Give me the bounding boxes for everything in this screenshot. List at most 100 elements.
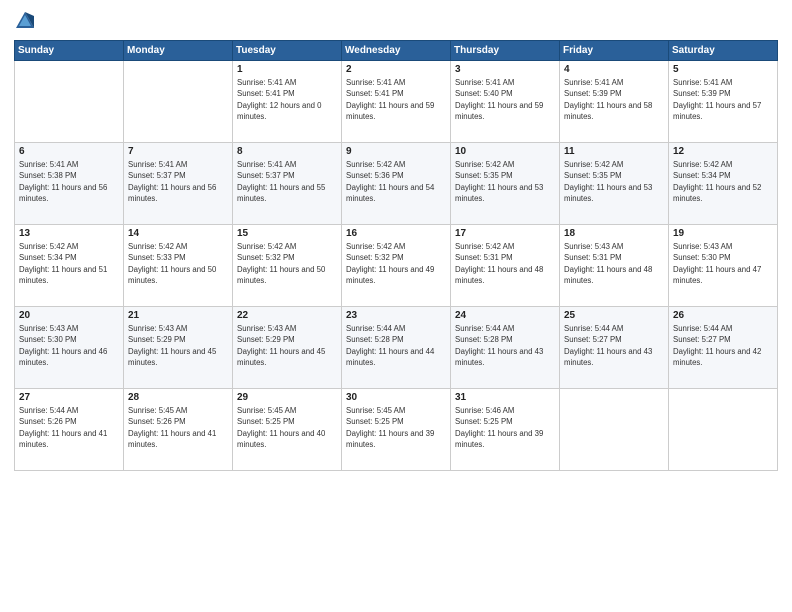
day-info: Sunrise: 5:42 AMSunset: 5:31 PMDaylight:…: [455, 242, 543, 285]
calendar-cell: 3 Sunrise: 5:41 AMSunset: 5:40 PMDayligh…: [451, 61, 560, 143]
day-number: 6: [19, 146, 119, 157]
day-number: 2: [346, 64, 446, 75]
day-number: 12: [673, 146, 773, 157]
day-info: Sunrise: 5:41 AMSunset: 5:41 PMDaylight:…: [237, 78, 322, 121]
calendar-week-1: 1 Sunrise: 5:41 AMSunset: 5:41 PMDayligh…: [15, 61, 778, 143]
calendar-week-5: 27 Sunrise: 5:44 AMSunset: 5:26 PMDaylig…: [15, 389, 778, 471]
day-number: 1: [237, 64, 337, 75]
day-info: Sunrise: 5:41 AMSunset: 5:37 PMDaylight:…: [237, 160, 325, 203]
calendar-cell: 2 Sunrise: 5:41 AMSunset: 5:41 PMDayligh…: [342, 61, 451, 143]
calendar-cell: 23 Sunrise: 5:44 AMSunset: 5:28 PMDaylig…: [342, 307, 451, 389]
day-number: 17: [455, 228, 555, 239]
day-info: Sunrise: 5:42 AMSunset: 5:33 PMDaylight:…: [128, 242, 216, 285]
day-number: 26: [673, 310, 773, 321]
calendar-cell: 4 Sunrise: 5:41 AMSunset: 5:39 PMDayligh…: [560, 61, 669, 143]
day-number: 9: [346, 146, 446, 157]
calendar-cell: [15, 61, 124, 143]
calendar-week-4: 20 Sunrise: 5:43 AMSunset: 5:30 PMDaylig…: [15, 307, 778, 389]
day-info: Sunrise: 5:45 AMSunset: 5:26 PMDaylight:…: [128, 406, 216, 449]
day-info: Sunrise: 5:44 AMSunset: 5:27 PMDaylight:…: [564, 324, 652, 367]
calendar-cell: 22 Sunrise: 5:43 AMSunset: 5:29 PMDaylig…: [233, 307, 342, 389]
calendar-cell: 15 Sunrise: 5:42 AMSunset: 5:32 PMDaylig…: [233, 225, 342, 307]
calendar-cell: 27 Sunrise: 5:44 AMSunset: 5:26 PMDaylig…: [15, 389, 124, 471]
day-info: Sunrise: 5:43 AMSunset: 5:29 PMDaylight:…: [237, 324, 325, 367]
calendar-cell: 14 Sunrise: 5:42 AMSunset: 5:33 PMDaylig…: [124, 225, 233, 307]
day-number: 22: [237, 310, 337, 321]
day-number: 25: [564, 310, 664, 321]
day-info: Sunrise: 5:45 AMSunset: 5:25 PMDaylight:…: [237, 406, 325, 449]
day-info: Sunrise: 5:43 AMSunset: 5:31 PMDaylight:…: [564, 242, 652, 285]
day-info: Sunrise: 5:44 AMSunset: 5:27 PMDaylight:…: [673, 324, 761, 367]
calendar-week-2: 6 Sunrise: 5:41 AMSunset: 5:38 PMDayligh…: [15, 143, 778, 225]
calendar-cell: 12 Sunrise: 5:42 AMSunset: 5:34 PMDaylig…: [669, 143, 778, 225]
day-number: 29: [237, 392, 337, 403]
calendar-cell: 24 Sunrise: 5:44 AMSunset: 5:28 PMDaylig…: [451, 307, 560, 389]
calendar-week-3: 13 Sunrise: 5:42 AMSunset: 5:34 PMDaylig…: [15, 225, 778, 307]
calendar-cell: [560, 389, 669, 471]
calendar-cell: 10 Sunrise: 5:42 AMSunset: 5:35 PMDaylig…: [451, 143, 560, 225]
day-info: Sunrise: 5:41 AMSunset: 5:39 PMDaylight:…: [673, 78, 761, 121]
day-number: 21: [128, 310, 228, 321]
day-info: Sunrise: 5:42 AMSunset: 5:32 PMDaylight:…: [237, 242, 325, 285]
weekday-header-sunday: Sunday: [15, 41, 124, 61]
calendar-cell: 13 Sunrise: 5:42 AMSunset: 5:34 PMDaylig…: [15, 225, 124, 307]
day-number: 8: [237, 146, 337, 157]
calendar-cell: 21 Sunrise: 5:43 AMSunset: 5:29 PMDaylig…: [124, 307, 233, 389]
day-number: 4: [564, 64, 664, 75]
day-number: 10: [455, 146, 555, 157]
day-info: Sunrise: 5:42 AMSunset: 5:34 PMDaylight:…: [673, 160, 761, 203]
calendar-cell: 9 Sunrise: 5:42 AMSunset: 5:36 PMDayligh…: [342, 143, 451, 225]
calendar-cell: 7 Sunrise: 5:41 AMSunset: 5:37 PMDayligh…: [124, 143, 233, 225]
calendar-cell: 11 Sunrise: 5:42 AMSunset: 5:35 PMDaylig…: [560, 143, 669, 225]
calendar-cell: 5 Sunrise: 5:41 AMSunset: 5:39 PMDayligh…: [669, 61, 778, 143]
calendar-table: SundayMondayTuesdayWednesdayThursdayFrid…: [14, 40, 778, 471]
day-number: 20: [19, 310, 119, 321]
logo: [14, 10, 40, 32]
day-number: 28: [128, 392, 228, 403]
day-info: Sunrise: 5:42 AMSunset: 5:36 PMDaylight:…: [346, 160, 434, 203]
calendar-cell: 30 Sunrise: 5:45 AMSunset: 5:25 PMDaylig…: [342, 389, 451, 471]
calendar-cell: 25 Sunrise: 5:44 AMSunset: 5:27 PMDaylig…: [560, 307, 669, 389]
day-number: 7: [128, 146, 228, 157]
calendar-cell: [669, 389, 778, 471]
weekday-header-row: SundayMondayTuesdayWednesdayThursdayFrid…: [15, 41, 778, 61]
day-info: Sunrise: 5:46 AMSunset: 5:25 PMDaylight:…: [455, 406, 543, 449]
day-number: 15: [237, 228, 337, 239]
calendar-cell: 6 Sunrise: 5:41 AMSunset: 5:38 PMDayligh…: [15, 143, 124, 225]
calendar-cell: 1 Sunrise: 5:41 AMSunset: 5:41 PMDayligh…: [233, 61, 342, 143]
day-number: 5: [673, 64, 773, 75]
day-info: Sunrise: 5:43 AMSunset: 5:30 PMDaylight:…: [673, 242, 761, 285]
day-info: Sunrise: 5:42 AMSunset: 5:35 PMDaylight:…: [455, 160, 543, 203]
calendar-cell: [124, 61, 233, 143]
day-info: Sunrise: 5:42 AMSunset: 5:34 PMDaylight:…: [19, 242, 107, 285]
day-info: Sunrise: 5:44 AMSunset: 5:28 PMDaylight:…: [455, 324, 543, 367]
day-info: Sunrise: 5:42 AMSunset: 5:32 PMDaylight:…: [346, 242, 434, 285]
day-info: Sunrise: 5:41 AMSunset: 5:41 PMDaylight:…: [346, 78, 434, 121]
weekday-header-monday: Monday: [124, 41, 233, 61]
logo-icon: [14, 10, 36, 32]
calendar-cell: 19 Sunrise: 5:43 AMSunset: 5:30 PMDaylig…: [669, 225, 778, 307]
day-info: Sunrise: 5:43 AMSunset: 5:29 PMDaylight:…: [128, 324, 216, 367]
calendar-cell: 8 Sunrise: 5:41 AMSunset: 5:37 PMDayligh…: [233, 143, 342, 225]
day-info: Sunrise: 5:41 AMSunset: 5:39 PMDaylight:…: [564, 78, 652, 121]
day-info: Sunrise: 5:44 AMSunset: 5:26 PMDaylight:…: [19, 406, 107, 449]
calendar-cell: 18 Sunrise: 5:43 AMSunset: 5:31 PMDaylig…: [560, 225, 669, 307]
day-info: Sunrise: 5:43 AMSunset: 5:30 PMDaylight:…: [19, 324, 107, 367]
day-number: 27: [19, 392, 119, 403]
calendar-cell: 31 Sunrise: 5:46 AMSunset: 5:25 PMDaylig…: [451, 389, 560, 471]
calendar-cell: 20 Sunrise: 5:43 AMSunset: 5:30 PMDaylig…: [15, 307, 124, 389]
calendar-cell: 17 Sunrise: 5:42 AMSunset: 5:31 PMDaylig…: [451, 225, 560, 307]
weekday-header-thursday: Thursday: [451, 41, 560, 61]
day-number: 18: [564, 228, 664, 239]
day-number: 19: [673, 228, 773, 239]
day-number: 24: [455, 310, 555, 321]
day-info: Sunrise: 5:41 AMSunset: 5:40 PMDaylight:…: [455, 78, 543, 121]
day-number: 31: [455, 392, 555, 403]
day-info: Sunrise: 5:42 AMSunset: 5:35 PMDaylight:…: [564, 160, 652, 203]
weekday-header-saturday: Saturday: [669, 41, 778, 61]
day-number: 16: [346, 228, 446, 239]
page: SundayMondayTuesdayWednesdayThursdayFrid…: [0, 0, 792, 612]
calendar-cell: 29 Sunrise: 5:45 AMSunset: 5:25 PMDaylig…: [233, 389, 342, 471]
day-info: Sunrise: 5:41 AMSunset: 5:38 PMDaylight:…: [19, 160, 107, 203]
day-number: 30: [346, 392, 446, 403]
